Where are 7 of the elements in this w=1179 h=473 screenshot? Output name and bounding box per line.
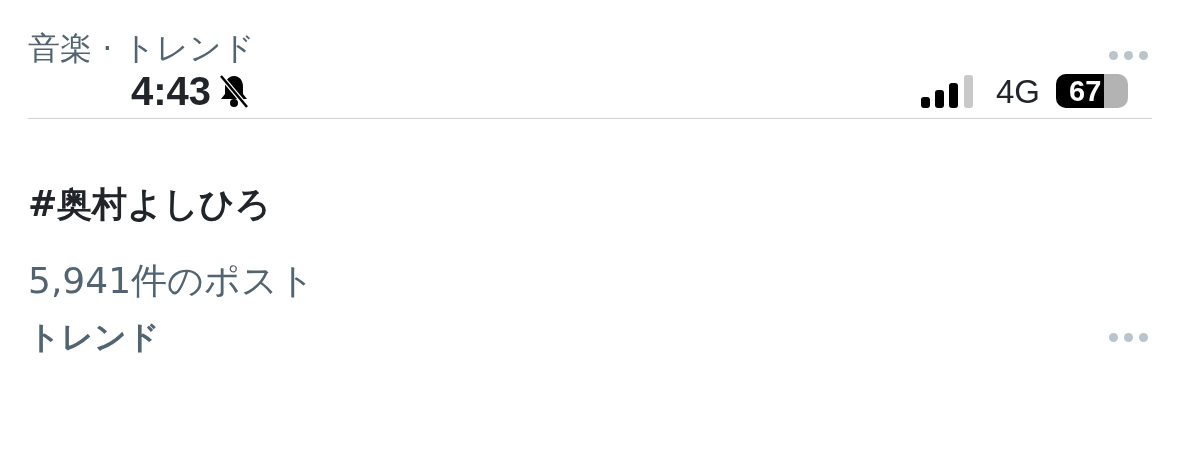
trend-label: トレンド (28, 318, 160, 357)
trend-hashtag[interactable]: #奥村よしひろ (28, 183, 1152, 225)
battery-percent: 67 (1068, 75, 1102, 107)
network-label: 4G (995, 74, 1040, 108)
trend-category: 音楽 · トレンド (28, 32, 255, 64)
post-count: 5,941件のポスト (28, 259, 317, 303)
status-time: 4:43 (131, 71, 212, 111)
